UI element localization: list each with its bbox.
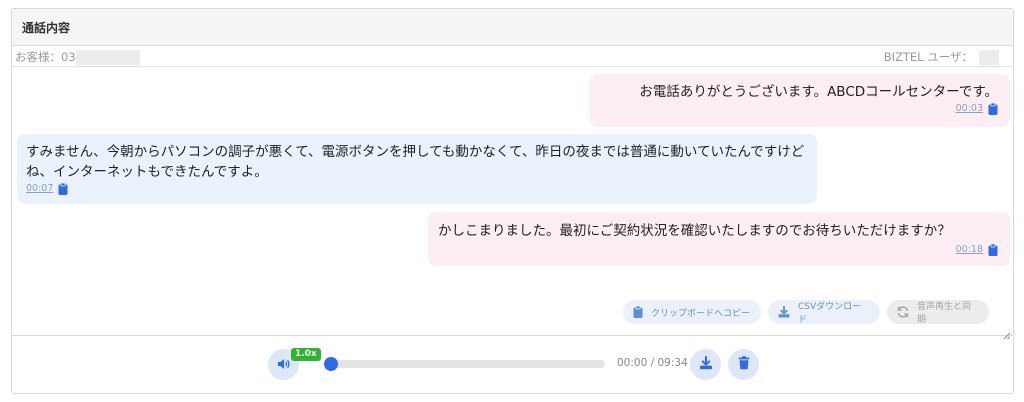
panel-title: 通話内容: [22, 20, 71, 35]
message-bubble-operator: お電話ありがとうございます。ABCDコールセンターです。 00:03: [590, 74, 1010, 127]
volume-icon: [277, 355, 291, 374]
clipboard-icon[interactable]: [58, 183, 68, 195]
download-icon: [699, 355, 713, 374]
transcript-area[interactable]: お電話ありがとうございます。ABCDコールセンターです。 00:03 すみません…: [12, 68, 1013, 340]
clipboard-icon[interactable]: [988, 103, 998, 115]
message-timestamp[interactable]: 00:03: [956, 102, 983, 116]
trash-icon: [738, 355, 750, 374]
current-time: 00:00: [617, 357, 648, 369]
call-meta-row: お客様：03 BIZTEL ユーザ：: [12, 47, 1013, 67]
copy-to-clipboard-button[interactable]: クリップボードへコピー: [623, 300, 761, 324]
playback-progress-slider[interactable]: [324, 357, 605, 371]
clipboard-icon: [633, 306, 643, 318]
message-meta: 00:03: [605, 102, 998, 116]
sync-with-audio-button[interactable]: 音声再生と同期: [887, 300, 989, 325]
message-timestamp[interactable]: 00:18: [956, 243, 983, 257]
message-text: お電話ありがとうございます。ABCDコールセンターです。: [639, 84, 998, 100]
total-time: 09:34: [657, 357, 688, 369]
time-separator: /: [647, 357, 658, 369]
download-audio-button[interactable]: [690, 349, 721, 380]
customer-info: お客様：03: [15, 49, 140, 65]
message-text: すみません、今朝からパソコンの調子が悪くて、電源ボタンを押しても動かなくて、昨日…: [26, 144, 805, 180]
audio-player: 1.0x 00:00 / 09:34: [12, 336, 1013, 394]
resize-handle-icon[interactable]: [1003, 325, 1011, 340]
playback-speed-badge[interactable]: 1.0x: [291, 348, 321, 361]
message-bubble-operator: かしこまりました。最初にご契約状況を確認いたしますのでお待ちいただけますか？ 0…: [428, 212, 1010, 266]
user-label: BIZTEL ユーザ：: [883, 50, 973, 64]
progress-knob[interactable]: [324, 357, 338, 371]
message-timestamp[interactable]: 00:07: [26, 182, 53, 196]
message-meta: 00:18: [438, 243, 998, 257]
call-content-panel: 通話内容 お客様：03 BIZTEL ユーザ： お電話ありがとうございます。AB…: [11, 8, 1014, 394]
delete-audio-button[interactable]: [728, 349, 759, 380]
clipboard-icon[interactable]: [988, 244, 998, 256]
message-bubble-customer: すみません、今朝からパソコンの調子が悪くて、電源ボタンを押しても動かなくて、昨日…: [17, 134, 817, 204]
panel-header: 通話内容: [12, 9, 1013, 46]
message-text: かしこまりました。最初にご契約状況を確認いたしますのでお待ちいただけますか？: [438, 223, 951, 239]
sync-icon: [897, 306, 909, 318]
message-meta: 00:07: [26, 182, 807, 196]
customer-label: お客様：03: [15, 50, 76, 64]
user-name-redacted: [979, 49, 999, 65]
download-icon: [778, 306, 790, 318]
csv-button-label: CSVダウンロード: [798, 302, 862, 325]
copy-button-label: クリップボードへコピー: [651, 308, 751, 319]
csv-download-button[interactable]: CSVダウンロード: [768, 300, 880, 325]
customer-number-redacted: [75, 49, 140, 65]
playback-time: 00:00 / 09:34: [617, 357, 688, 369]
user-info: BIZTEL ユーザ：: [884, 49, 999, 65]
sync-button-label: 音声再生と同期: [917, 302, 972, 325]
